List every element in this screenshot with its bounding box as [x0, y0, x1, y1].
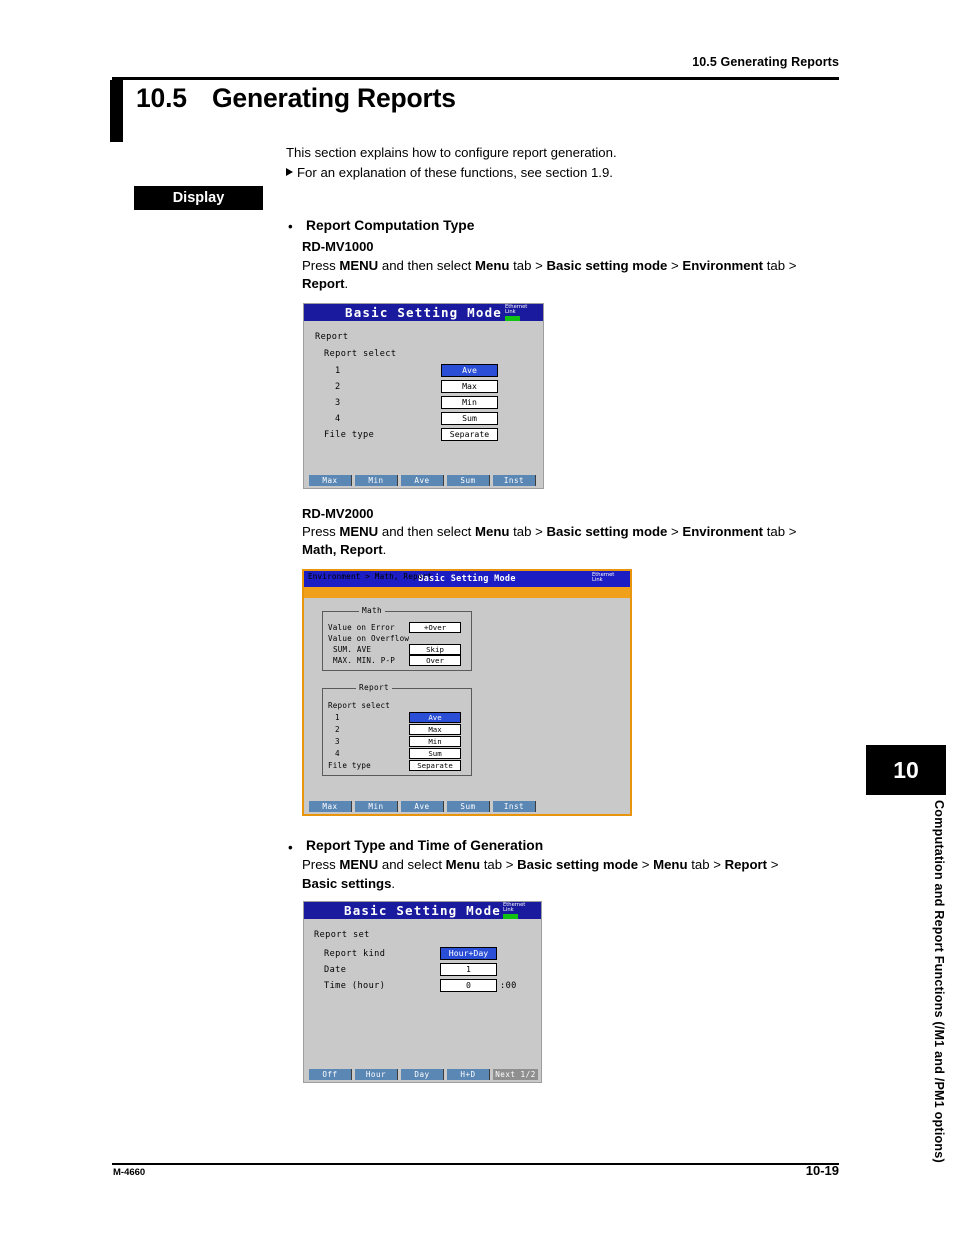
function-key-bar: Off Hour Day H+D Next 1/2 [304, 1067, 541, 1082]
display-section-label: Display [134, 186, 263, 210]
section-number: 10.5 [136, 83, 187, 113]
function-key-bar: Max Min Ave Sum Inst [304, 473, 543, 488]
field-time-hour[interactable]: 0 [440, 979, 497, 992]
intro-paragraph: This section explains how to configure r… [286, 145, 617, 160]
label-report-kind: Report kind [324, 949, 386, 959]
screen-body: Math Value on Error +Over Value on Overf… [304, 598, 630, 798]
function-key-next[interactable]: Next 1/2 [493, 1069, 538, 1080]
bullet-icon: • [288, 840, 293, 855]
file-type-field[interactable]: Separate [409, 760, 461, 771]
function-key-max[interactable]: Max [309, 475, 352, 486]
topic-heading-report-type-and-time: Report Type and Time of Generation [306, 838, 544, 853]
function-key-ave[interactable]: Ave [401, 475, 444, 486]
page-number: 10-19 [805, 1163, 839, 1178]
cross-reference-text: For an explanation of these functions, s… [297, 165, 613, 180]
ethernet-link-indicator: Ethernet Link [503, 902, 539, 920]
link-label: Link [503, 907, 514, 914]
group-title-report: Report [356, 683, 392, 692]
label-date: Date [324, 965, 347, 975]
sub-label-report-select: Report select [324, 349, 397, 359]
report-select-field-1[interactable]: Ave [441, 364, 498, 377]
file-type-field[interactable]: Separate [441, 428, 498, 441]
navigation-path-report-line2: Basic settings. [302, 876, 396, 891]
label-file-type: File type [324, 430, 375, 440]
report-select-field-1[interactable]: Ave [409, 712, 461, 723]
function-key-sum[interactable]: Sum [447, 475, 490, 486]
label-max-min-pp: MAX. MIN. P-P [333, 656, 396, 665]
time-minute-suffix: :00 [500, 981, 517, 991]
group-label-report: Report [315, 332, 349, 342]
navigation-path-mv1000-line1: Press MENU and then select Menu tab > Ba… [302, 258, 797, 273]
report-select-field-3[interactable]: Min [409, 736, 461, 747]
ethernet-link-indicator: Ethernet Link [592, 572, 628, 584]
row-label-3: 3 [335, 737, 340, 746]
row-label-3: 3 [335, 398, 341, 408]
footer-divider [112, 1163, 839, 1166]
function-key-h-plus-d[interactable]: H+D [447, 1069, 490, 1080]
ethernet-link-indicator: Ethernet Link [505, 304, 541, 322]
row-label-4: 4 [335, 414, 341, 424]
chapter-tab-title: Computation and Report Functions (/M1 an… [932, 800, 946, 1163]
topic-heading-report-computation-type: Report Computation Type [306, 218, 475, 233]
screenshot-mv2000-math-report: Basic Setting Mode Ethernet Link Environ… [302, 569, 632, 816]
function-key-off[interactable]: Off [309, 1069, 352, 1080]
row-label-1: 1 [335, 713, 340, 722]
row-label-4: 4 [335, 749, 340, 758]
report-select-field-3[interactable]: Min [441, 396, 498, 409]
function-key-ave[interactable]: Ave [401, 801, 444, 812]
sub-label-report-select: Report select [328, 701, 391, 710]
report-select-field-2[interactable]: Max [409, 724, 461, 735]
row-label-1: 1 [335, 366, 341, 376]
cross-reference-line: For an explanation of these functions, s… [286, 165, 613, 180]
screen-body: Report set Report kind Hour+Day Date 1 T… [304, 919, 541, 1067]
function-key-hour[interactable]: Hour [355, 1069, 398, 1080]
running-header: 10.5 Generating Reports [692, 55, 839, 69]
label-file-type: File type [328, 761, 371, 770]
screenshot-mv1000-report: Basic Setting Mode Ethernet Link Report … [303, 303, 544, 489]
model-label-rd-mv1000: RD-MV1000 [302, 239, 374, 254]
document-number: M-4660 [113, 1167, 146, 1178]
function-key-inst[interactable]: Inst [493, 475, 536, 486]
report-select-field-2[interactable]: Max [441, 380, 498, 393]
chapter-tab-number: 10 [866, 745, 946, 795]
model-label-rd-mv2000: RD-MV2000 [302, 506, 374, 521]
group-title-math: Math [359, 606, 385, 615]
screen-body: Report Report select 1 Ave 2 Max 3 Min 4… [304, 321, 543, 473]
label-time-hour: Time (hour) [324, 981, 386, 991]
page-title: Generating Reports [212, 83, 456, 113]
field-date[interactable]: 1 [440, 963, 497, 976]
link-label: Link [505, 309, 516, 316]
navigation-path-mv2000-line2: Math, Report. [302, 542, 387, 557]
field-report-kind[interactable]: Hour+Day [440, 947, 497, 960]
report-select-field-4[interactable]: Sum [441, 412, 498, 425]
function-key-inst[interactable]: Inst [493, 801, 536, 812]
navigation-path-mv2000-line1: Press MENU and then select Menu tab > Ba… [302, 524, 797, 539]
label-value-on-overflow: Value on Overflow [328, 634, 410, 643]
function-key-day[interactable]: Day [401, 1069, 444, 1080]
field-sum-ave[interactable]: Skip [409, 644, 461, 655]
bullet-icon: • [288, 219, 293, 234]
function-key-min[interactable]: Min [355, 801, 398, 812]
function-key-max[interactable]: Max [309, 801, 352, 812]
navigation-path-report-line1: Press MENU and select Menu tab > Basic s… [302, 857, 779, 872]
screenshot-report-set: Basic Setting Mode Ethernet Link Report … [303, 901, 542, 1083]
function-key-min[interactable]: Min [355, 475, 398, 486]
triangle-bullet-icon [286, 168, 293, 176]
report-select-field-4[interactable]: Sum [409, 748, 461, 759]
navigation-path-mv1000-line2: Report. [302, 276, 349, 291]
label-value-on-error: Value on Error [328, 623, 395, 632]
header-divider [112, 77, 839, 80]
link-label: Link [592, 577, 603, 584]
row-label-2: 2 [335, 382, 341, 392]
function-key-sum[interactable]: Sum [447, 801, 490, 812]
label-sum-ave: SUM. AVE [333, 645, 372, 654]
field-max-min-pp[interactable]: Over [409, 655, 461, 666]
section-title-accent-bar [110, 80, 123, 142]
field-value-on-error[interactable]: +Over [409, 622, 461, 633]
group-label-report-set: Report set [314, 930, 370, 940]
row-label-2: 2 [335, 725, 340, 734]
function-key-bar: Max Min Ave Sum Inst [304, 799, 630, 814]
breadcrumb: Environment > Math, Report [308, 572, 433, 581]
